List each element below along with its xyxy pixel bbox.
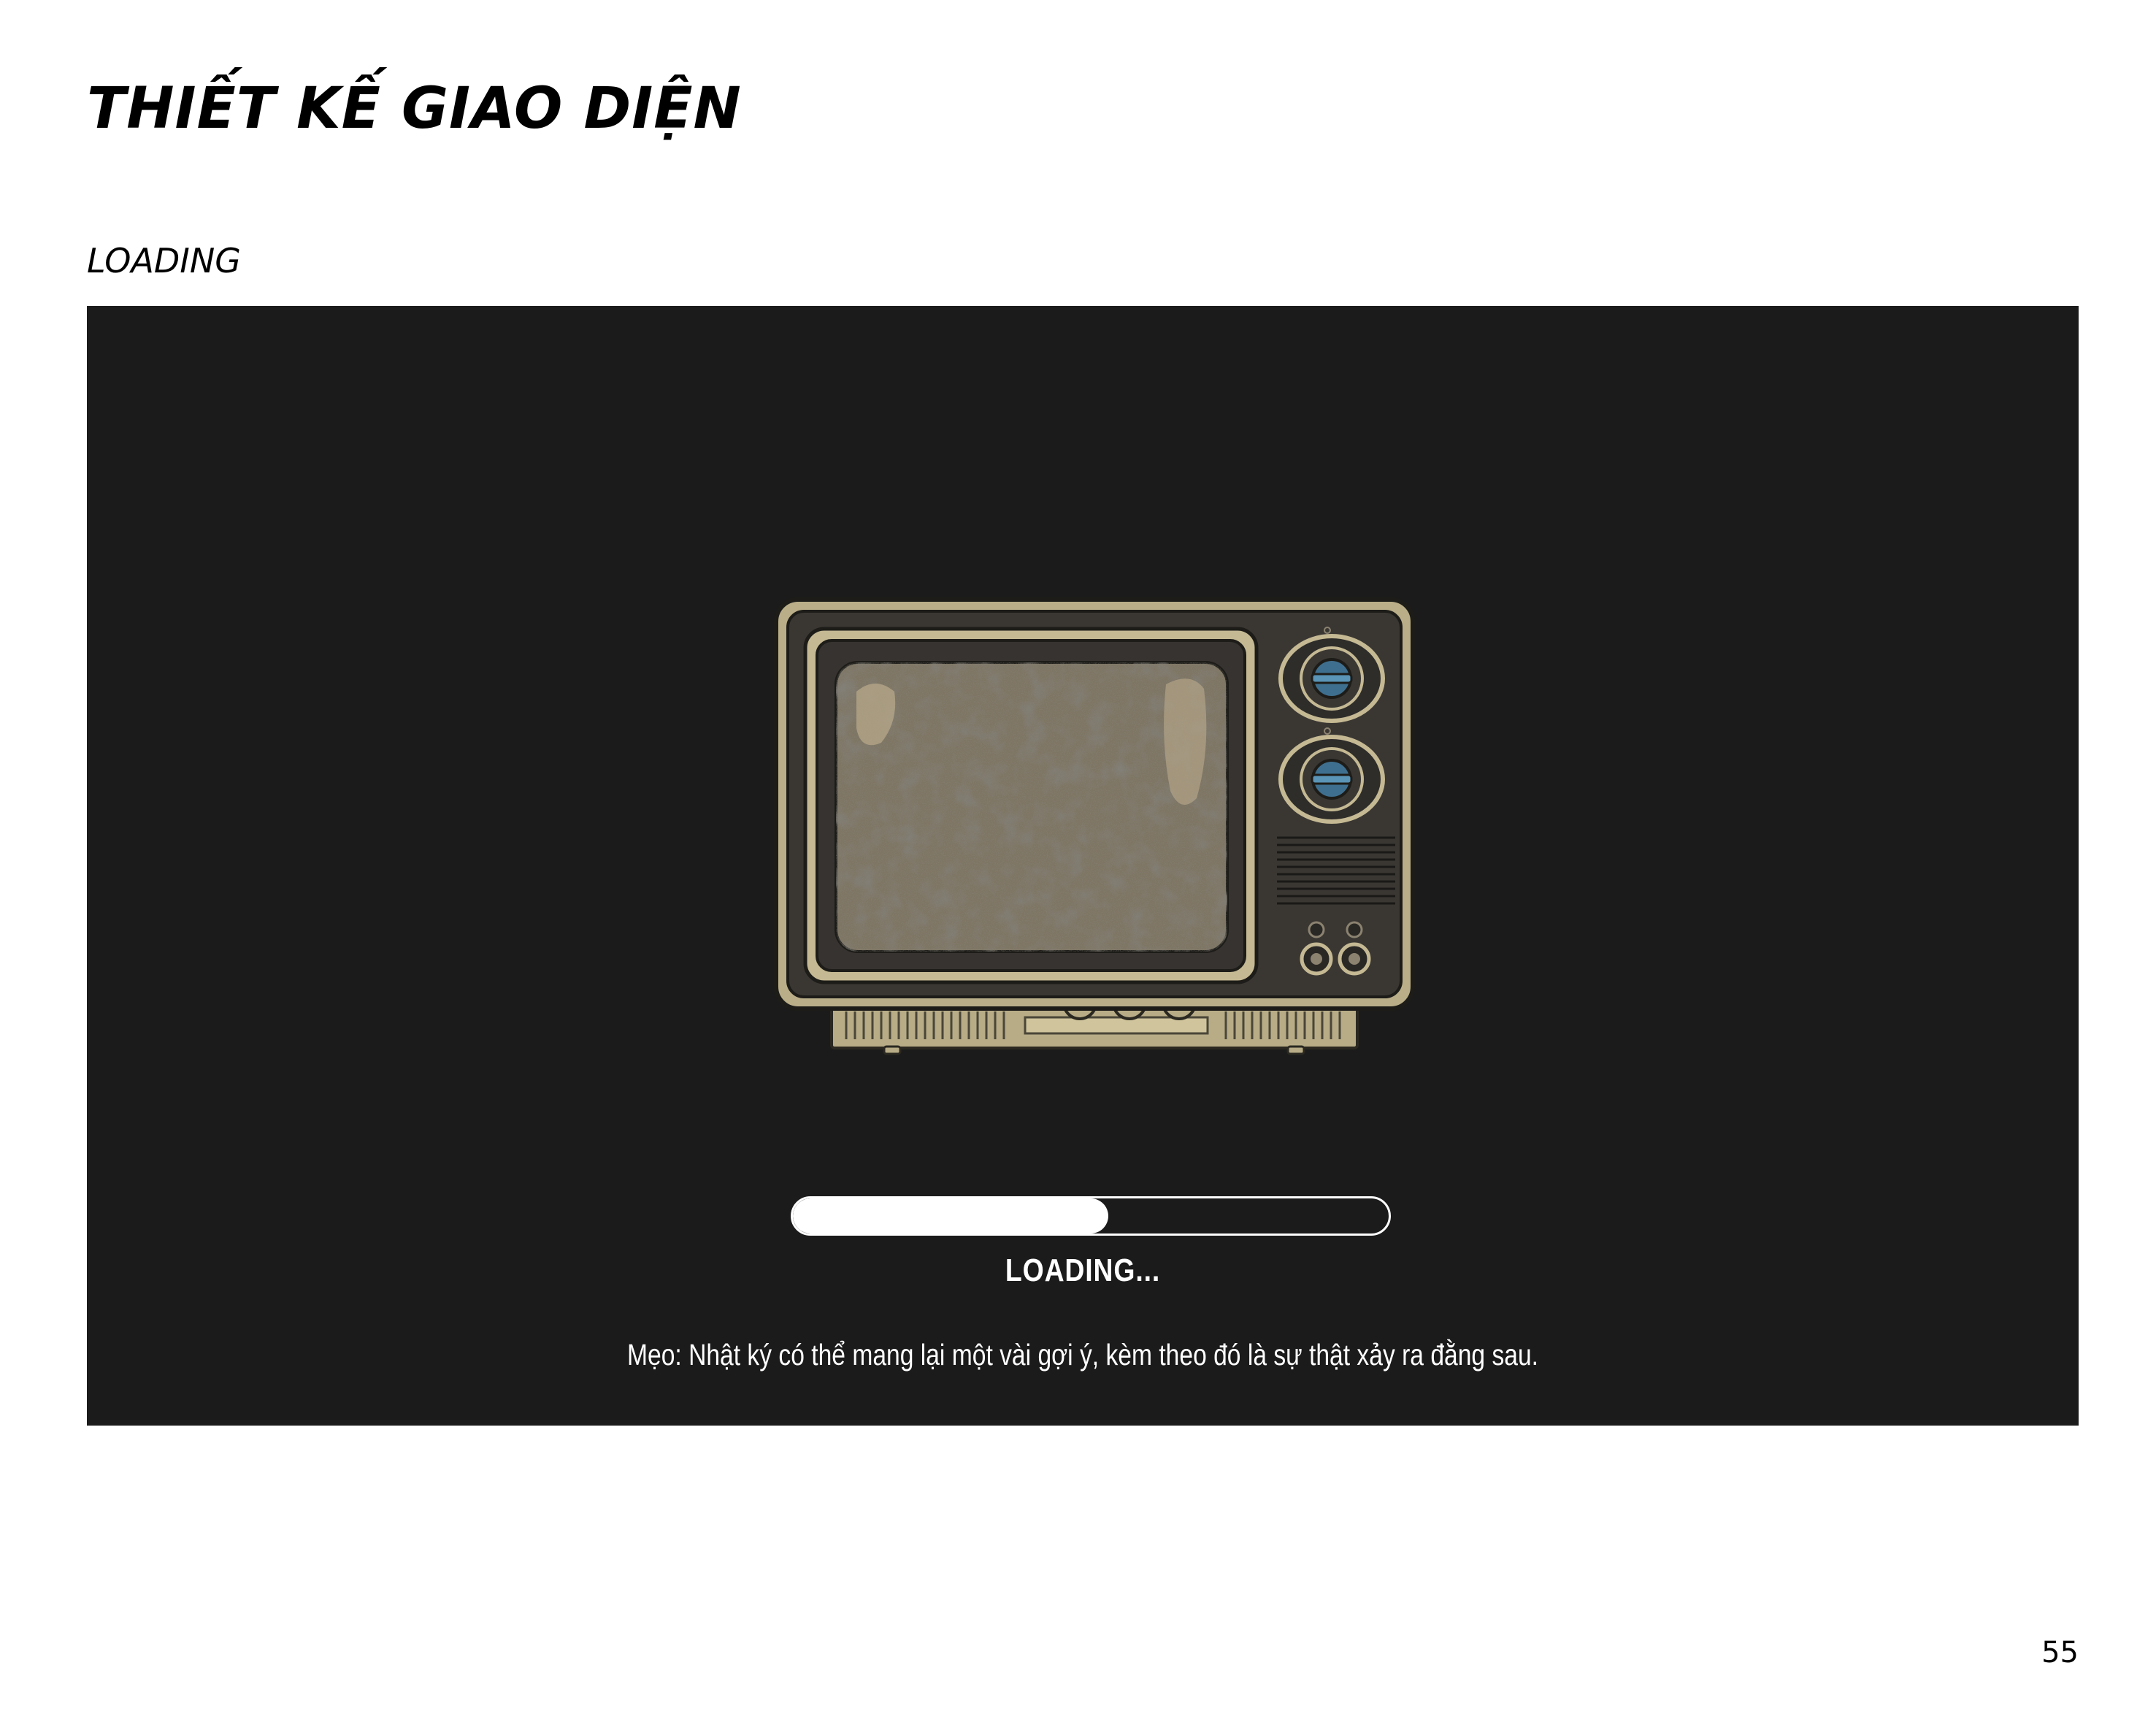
page-number: 55	[2041, 1636, 2079, 1669]
page-title: THIẾT KẾ GIAO DIỆN	[87, 76, 742, 142]
loading-tip-text: Mẹo: Nhật ký có thể mang lại một vài gợi…	[626, 1338, 1539, 1372]
section-label: LOADING	[87, 241, 241, 280]
loading-status-text: LOADING...	[1005, 1252, 1161, 1288]
loading-progress-bar	[791, 1196, 1391, 1236]
loading-progress-fill	[793, 1198, 1109, 1233]
retro-tv-icon	[774, 597, 1415, 1055]
loading-screen-mockup: LOADING... Mẹo: Nhật ký có thể mang lại …	[87, 306, 2079, 1426]
